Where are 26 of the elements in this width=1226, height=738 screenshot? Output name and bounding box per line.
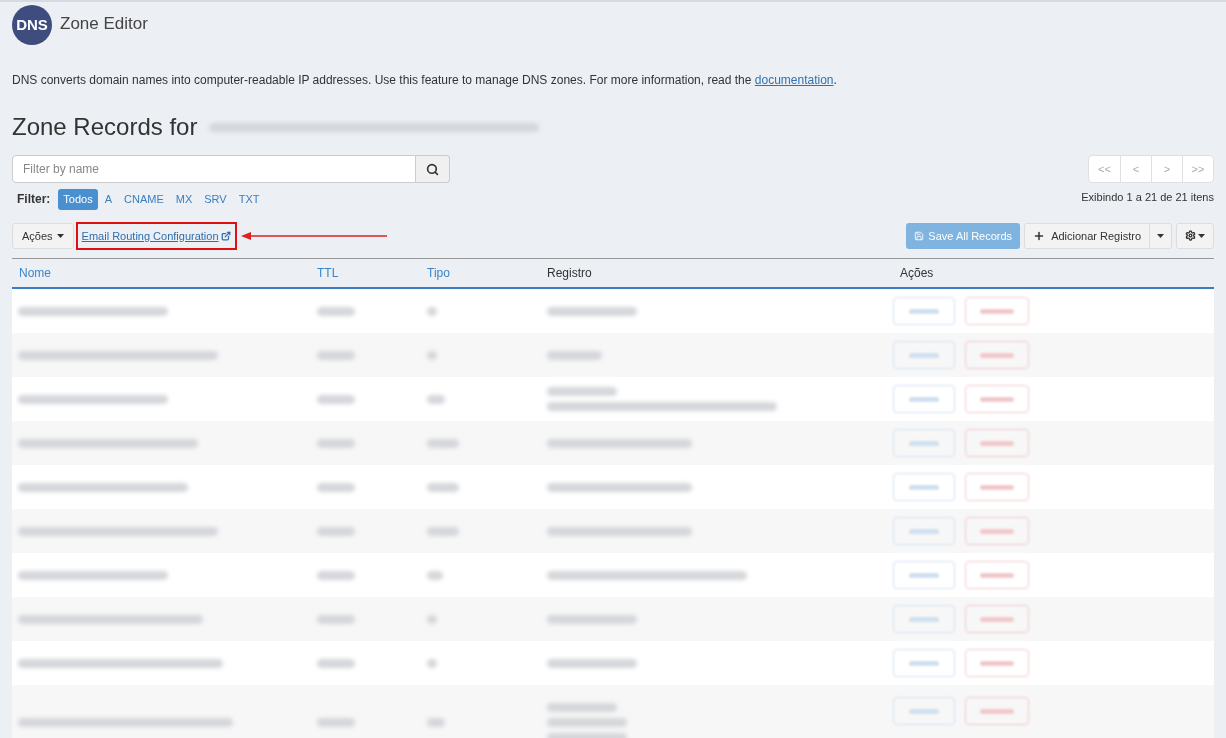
dns-logo: DNS bbox=[12, 5, 52, 45]
filter-option[interactable]: MX bbox=[170, 189, 198, 210]
page-button[interactable]: >> bbox=[1182, 156, 1213, 182]
page-button[interactable]: < bbox=[1120, 156, 1151, 182]
filter-option[interactable]: A bbox=[99, 189, 118, 210]
add-record-button[interactable]: Adicionar Registro bbox=[1024, 222, 1150, 249]
actions-menu-button[interactable]: Ações bbox=[12, 222, 74, 249]
page-button[interactable]: << bbox=[1089, 156, 1120, 182]
pagination-summary: Exibindo 1 a 21 de 21 itens bbox=[1081, 190, 1214, 205]
column-header[interactable]: TTL bbox=[317, 266, 339, 280]
email-routing-link[interactable]: Email Routing Configuration bbox=[81, 227, 231, 244]
filter-label: Filter: bbox=[17, 191, 51, 209]
filter-field[interactable]: Filter by name bbox=[12, 155, 416, 183]
column-header: Registro bbox=[547, 266, 592, 280]
filter-option[interactable]: TXT bbox=[233, 189, 265, 210]
page-button[interactable]: > bbox=[1151, 156, 1182, 182]
documentation-link[interactable]: documentation bbox=[754, 73, 834, 87]
filter-option[interactable]: SRV bbox=[199, 189, 232, 210]
column-header: Ações bbox=[900, 266, 934, 280]
zone-heading: Zone Records for bbox=[12, 112, 198, 142]
column-header[interactable]: Tipo bbox=[427, 266, 450, 280]
page-title: Zone Editor bbox=[60, 13, 148, 35]
filter-option[interactable]: CNAME bbox=[119, 189, 169, 210]
description-text: DNS converts domain names into computer-readable IP addresses. Use this feature to manage DNS zones. For more information, read the documentation. bbox=[11, 72, 838, 89]
column-header[interactable]: Nome bbox=[19, 266, 51, 280]
filter-option[interactable]: Todos bbox=[58, 189, 98, 210]
